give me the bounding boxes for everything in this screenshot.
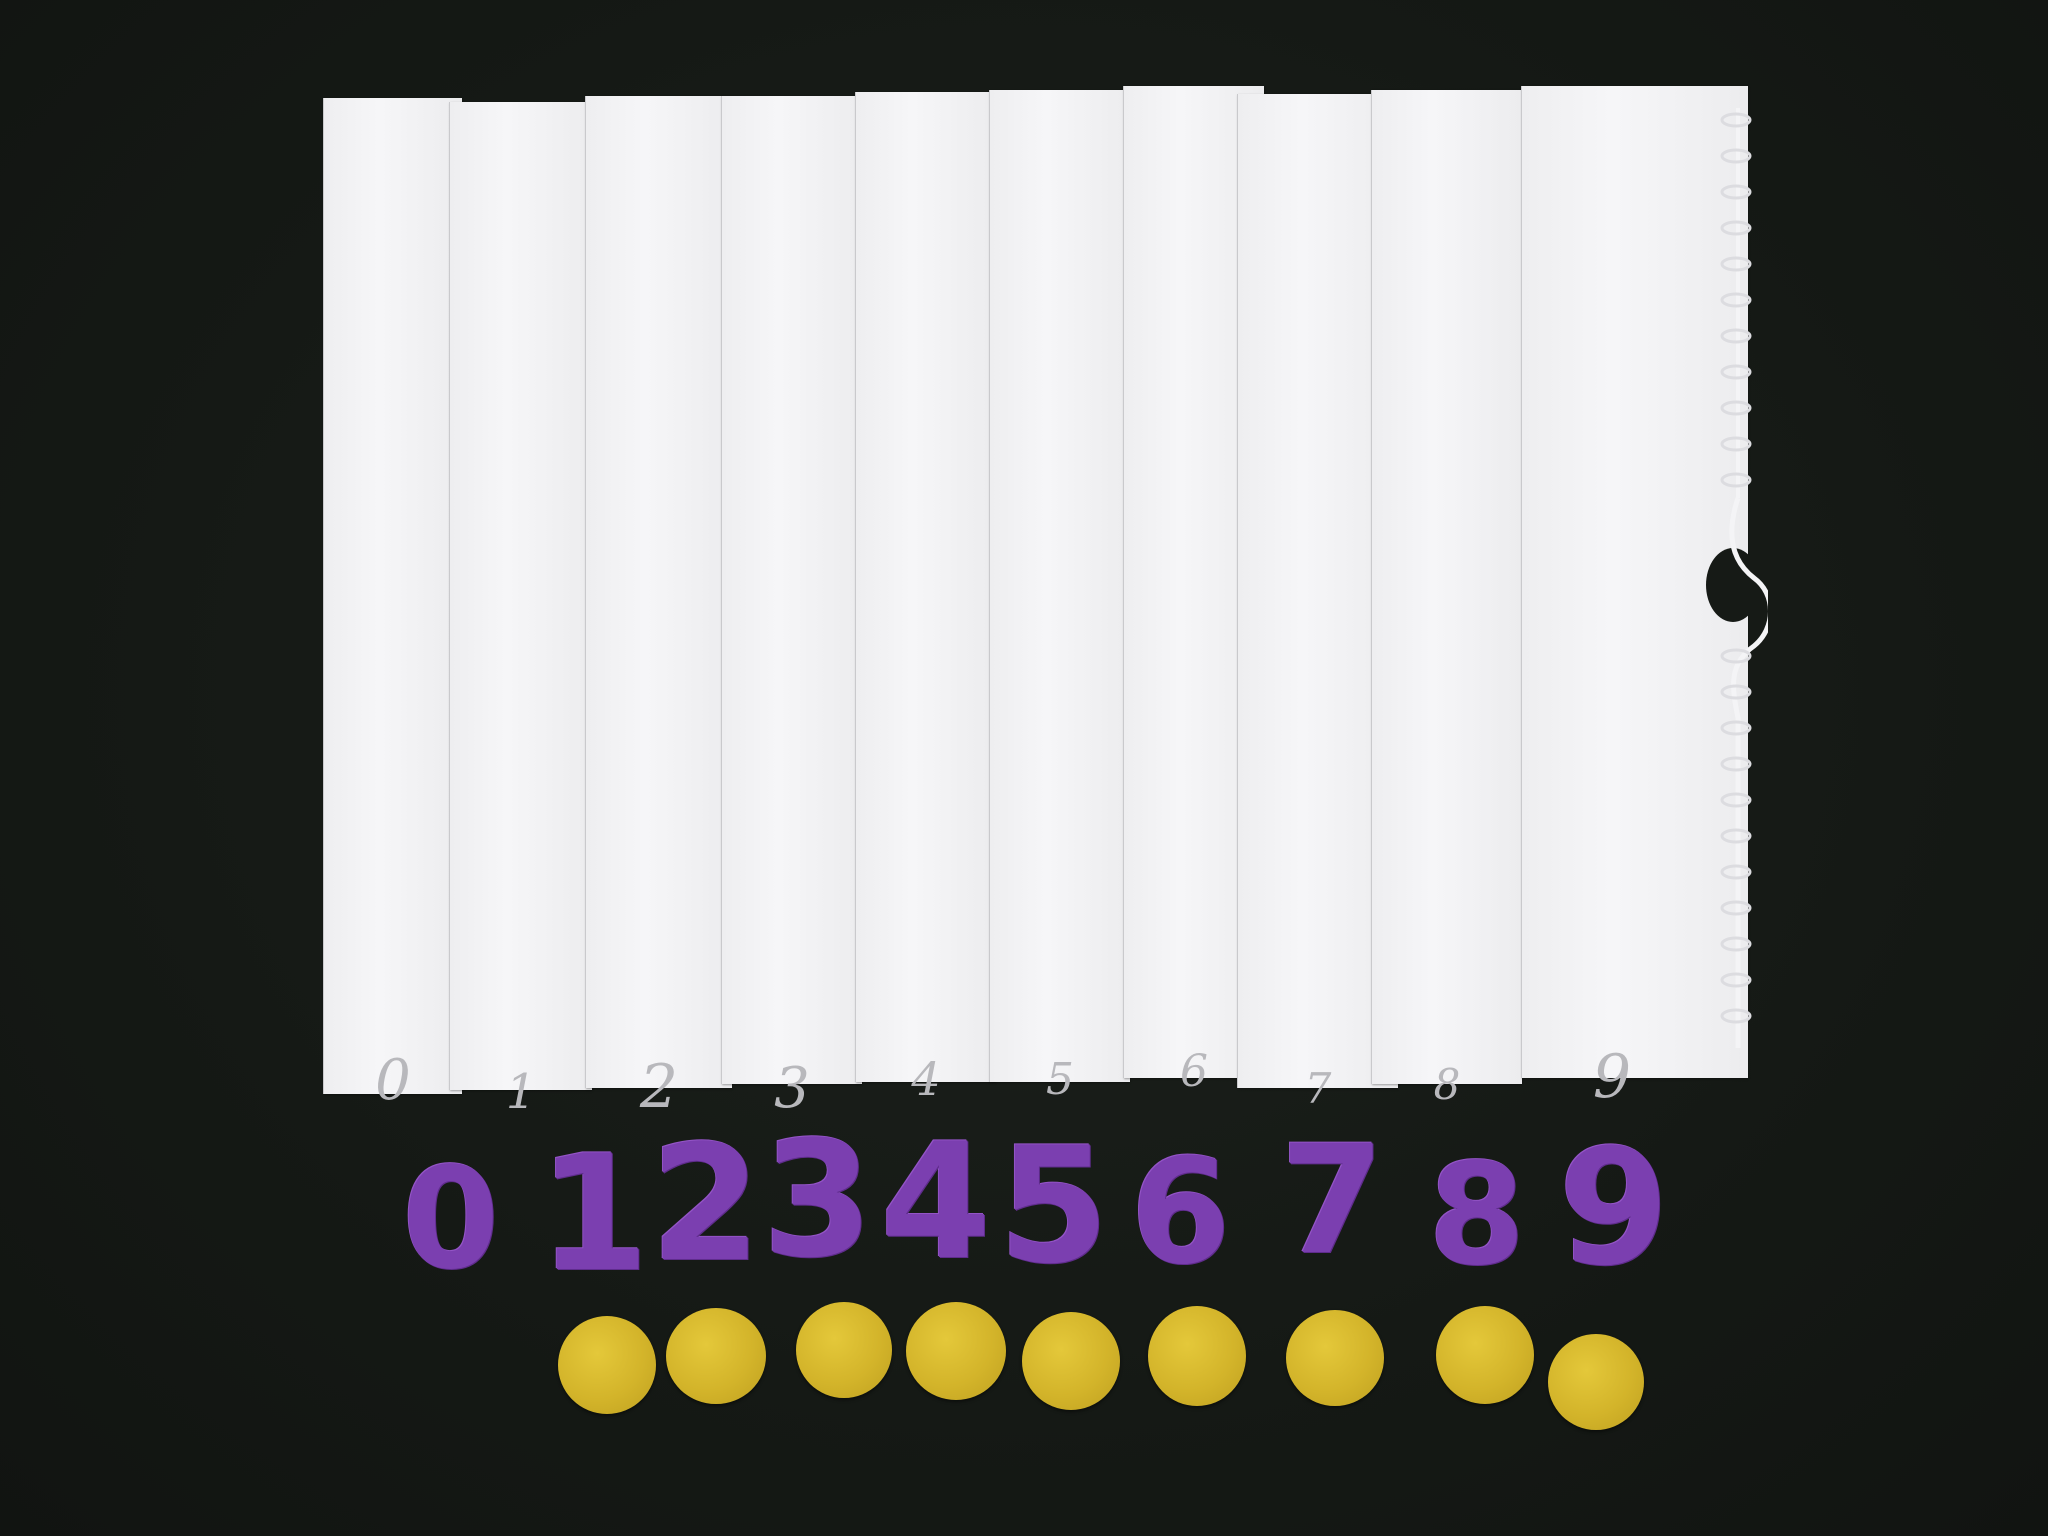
felt-dot-2[interactable] (666, 1308, 766, 1404)
strip-label-4: 4 (911, 1052, 941, 1106)
paper-strip-0[interactable]: 0 (324, 98, 462, 1113)
paper-strip-2[interactable]: 2 (586, 96, 732, 1122)
felt-digit-8[interactable]: 8 (1428, 1146, 1525, 1286)
felt-digit-5[interactable]: 5 (998, 1126, 1109, 1286)
spiral-flip-notebook: 0 1 2 3 4 5 6 7 8 9 (0, 0, 2048, 1536)
paper-strip-8[interactable]: 8 (1372, 90, 1522, 1109)
felt-digit-4[interactable]: 4 (880, 1122, 991, 1282)
felt-digit-6[interactable]: 6 (1130, 1140, 1231, 1285)
felt-dot-3[interactable] (796, 1302, 892, 1398)
felt-digit-1[interactable]: 1 (538, 1134, 649, 1294)
felt-digit-3[interactable]: 3 (762, 1120, 873, 1280)
felt-digit-0[interactable]: 0 (402, 1150, 499, 1290)
felt-dot-4[interactable] (906, 1302, 1006, 1400)
paper-strip-4[interactable]: 4 (856, 92, 996, 1106)
felt-digit-2[interactable]: 2 (650, 1124, 761, 1284)
strip-label-0: 0 (375, 1048, 411, 1113)
paper-strip-3[interactable]: 3 (722, 96, 862, 1121)
photo-scene: 0 1 2 3 4 5 6 7 8 9 0 1 2 3 4 5 6 7 8 9 (0, 0, 2048, 1536)
paper-strip-5[interactable]: 5 (990, 90, 1130, 1105)
strip-label-5: 5 (1046, 1054, 1074, 1105)
strip-label-1: 1 (505, 1064, 537, 1120)
felt-digit-7[interactable]: 7 (1280, 1126, 1384, 1276)
felt-dot-9[interactable] (1548, 1334, 1644, 1430)
felt-digit-9[interactable]: 9 (1558, 1128, 1669, 1288)
wire-spiral-binding (1720, 108, 1768, 1048)
felt-dot-8[interactable] (1436, 1306, 1534, 1404)
felt-dot-5[interactable] (1022, 1312, 1120, 1410)
felt-dot-6[interactable] (1148, 1306, 1246, 1406)
felt-dot-7[interactable] (1286, 1310, 1384, 1406)
felt-dot-1[interactable] (558, 1316, 656, 1414)
strip-label-9: 9 (1592, 1042, 1632, 1112)
paper-strip-1[interactable]: 1 (450, 102, 592, 1120)
